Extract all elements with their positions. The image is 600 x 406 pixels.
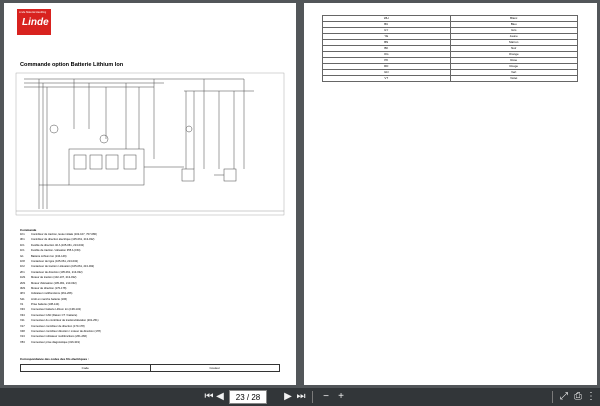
page-number-input[interactable] [229, 390, 267, 404]
document-page-left: Linde Material Handling Linde Commande o… [4, 3, 296, 385]
legend-code: X53 [20, 340, 25, 344]
more-icon[interactable]: ⋮ [586, 390, 596, 404]
document-page-right: WH Blanc BU Bleu GY Gris YE Jaune BN Marron B… [304, 3, 597, 385]
wire-color-table: WH Blanc BU Bleu GY Gris YE Jaune BN Marron B… [322, 15, 578, 82]
fit-page-icon[interactable]: ⤢ [558, 390, 570, 404]
toolbar-separator [312, 391, 313, 403]
wire-color: Violet [449, 75, 578, 82]
color-column-header: Couleur [149, 364, 280, 372]
legend-item: X53 Connecteur prise diagnostique (316-31… [20, 340, 101, 345]
prev-page-icon[interactable]: ◀ [215, 390, 225, 404]
logo-name: Linde [22, 17, 49, 28]
linde-logo: Linde Material Handling Linde [17, 9, 51, 35]
print-icon[interactable]: ⎙ [572, 390, 584, 404]
viewer-toolbar: ⏮ ◀ ▶ ⏭ − + ⤢ ⎙ ⋮ [0, 388, 600, 406]
next-page-icon[interactable]: ▶ [283, 390, 293, 404]
correspondence-title: Correspondance des codes des fils électr… [20, 357, 90, 361]
correspondence-table: Code Couleur [20, 364, 280, 372]
legend-desc: Connecteur prise diagnostique (316-319) [31, 340, 80, 344]
logo-tagline: Linde Material Handling [19, 11, 47, 14]
zoom-out-icon[interactable]: − [320, 390, 332, 404]
last-page-icon[interactable]: ⏭ [296, 390, 306, 404]
wire-code: VT [322, 75, 451, 82]
page-title: Commande option Batterie Lithium Ion [20, 62, 124, 68]
table-row: VT Violet [322, 75, 578, 82]
first-page-icon[interactable]: ⏮ [204, 390, 214, 404]
component-legend: 1K1 Contrôleur de traction, levée initial… [20, 232, 101, 345]
wiring-schematic [15, 72, 285, 216]
zoom-in-icon[interactable]: + [335, 390, 347, 404]
toolbar-separator [552, 391, 553, 403]
code-column-header: Code [20, 364, 151, 372]
